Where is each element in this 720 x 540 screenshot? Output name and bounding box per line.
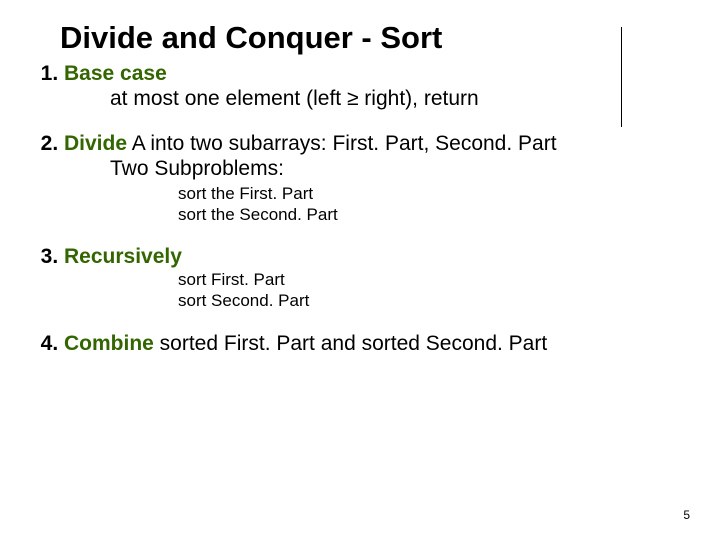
item-head: Divide bbox=[64, 132, 127, 155]
item-head-tail: A into two subarrays: First. Part, Secon… bbox=[127, 132, 557, 155]
item-head: Combine bbox=[64, 332, 154, 355]
item-sub2: sort First. Part bbox=[178, 269, 690, 290]
list-item: Divide A into two subarrays: First. Part… bbox=[64, 132, 690, 225]
item-sub1: at most one element (left ≥ right), retu… bbox=[110, 86, 690, 112]
slide: Divide and Conquer - Sort Base case at m… bbox=[0, 0, 720, 540]
list-item: Combine sorted First. Part and sorted Se… bbox=[64, 332, 690, 356]
decorative-line bbox=[621, 27, 622, 127]
item-head: Recursively bbox=[64, 245, 182, 268]
item-sub2: sort Second. Part bbox=[178, 290, 690, 311]
item-head-tail: sorted First. Part and sorted Second. Pa… bbox=[154, 332, 547, 355]
item-sub2: sort the Second. Part bbox=[178, 204, 690, 225]
item-sub2: sort the First. Part bbox=[178, 183, 690, 204]
item-sub1: Two Subproblems: bbox=[110, 156, 690, 182]
list-item: Recursively sort First. Part sort Second… bbox=[64, 245, 690, 312]
list-item: Base case at most one element (left ≥ ri… bbox=[64, 62, 690, 112]
main-list: Base case at most one element (left ≥ ri… bbox=[30, 62, 690, 356]
item-head: Base case bbox=[64, 62, 167, 85]
slide-title: Divide and Conquer - Sort bbox=[60, 20, 690, 56]
page-number: 5 bbox=[683, 508, 690, 522]
